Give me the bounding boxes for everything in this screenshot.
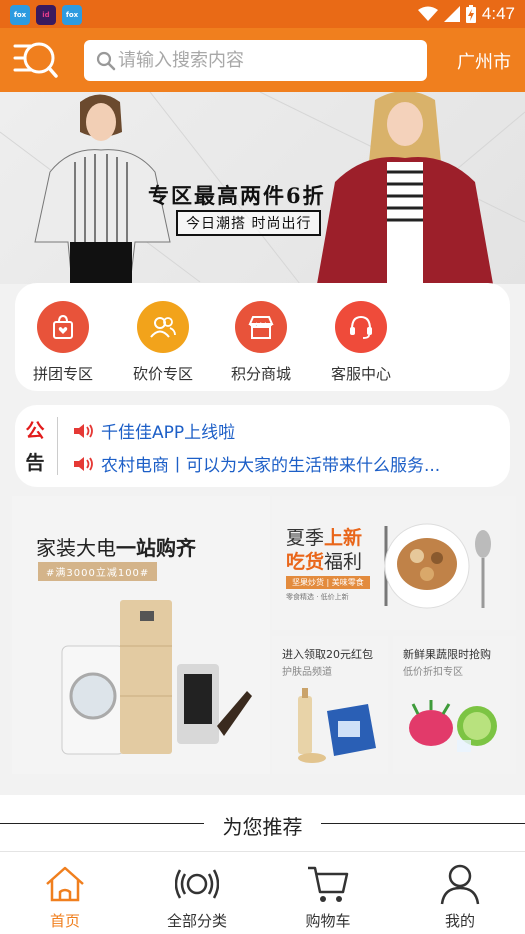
promo-red-packet[interactable]: 进入领取20元红包 护肤品频道 [272,636,388,774]
search-icon [96,51,116,70]
headset-icon [335,301,387,353]
notice-tag: 公 告 [23,415,47,479]
speaker-icon [74,456,93,471]
quick-action-label: 拼团专区 [32,365,93,383]
id-app-icon: id [36,5,56,25]
quick-action-label: 客服中心 [330,365,391,383]
users-icon [137,301,189,353]
clock: 4:47 [481,4,515,23]
speaker-icon [74,423,93,438]
tab-label: 购物车 [305,912,351,930]
model-right-image [317,92,493,284]
wifi-icon [417,6,438,21]
banner-subline: 今日潮搭 时尚出行 [176,210,322,236]
cart-icon [308,866,349,902]
bottom-tab-bar: 首页 全部分类 购物车 我的 [0,851,525,934]
quick-action-points-mall[interactable]: 积分商城 [216,301,306,384]
shopping-bag-icon [37,301,89,353]
tab-home[interactable]: 首页 [10,862,120,931]
tab-categories[interactable]: 全部分类 [142,862,252,931]
city-selector[interactable]: 广州市 [457,48,511,74]
tab-profile[interactable]: 我的 [405,862,515,931]
banner-headline: 专区最高两件6折 [148,183,326,208]
battery-icon [465,5,476,23]
signal-icon [443,6,460,22]
tab-label: 我的 [444,912,475,930]
header: 广州市 [0,28,525,92]
notice-item[interactable]: 千佳佳APP上线啦 [73,418,493,443]
tab-label: 全部分类 [166,912,227,930]
quick-actions: 拼团专区 砍价专区 积分商城 客服中心 [15,283,510,391]
fruit-image [409,700,497,752]
store-icon [235,301,287,353]
promo-snacks[interactable]: 夏季上新 吃货福利 坚果炒货 | 美味零食 零食精选 · 低价上新 [272,496,516,630]
appliance-image [61,600,252,755]
fox-app-icon: fox [62,5,82,25]
notice-divider [57,417,58,475]
user-icon [440,864,480,905]
status-bar: fox id fox 4:47 [0,0,525,28]
search-input[interactable] [118,50,418,71]
nuts-plate-image [384,523,491,609]
promo-grid: 家装大电一站购齐 #满3000立减100# 夏季上新 吃货福利 坚果炒货 | 美… [6,492,520,776]
banner[interactable]: 专区最高两件6折 今日潮搭 时尚出行 [0,92,525,284]
cosmetics-image [298,688,376,763]
quick-action-group-buy[interactable]: 拼团专区 [18,301,108,384]
fox-app-icon: fox [10,5,30,25]
quick-action-bargain[interactable]: 砍价专区 [118,301,208,384]
category-icon [175,869,219,899]
quick-action-label: 砍价专区 [132,365,193,383]
recommend-section: 为您推荐 [0,795,525,851]
tab-label: 首页 [49,912,80,930]
promo-fresh-fruit[interactable]: 新鲜果蔬限时抢购 低价折扣专区 [393,636,516,774]
menu-search-icon[interactable] [13,38,59,82]
search-box[interactable] [84,40,427,81]
notice-board: 公 告 千佳佳APP上线啦 农村电商丨可以为大家的生活带来什么服务... [15,405,510,487]
notice-tag-top: 公 [25,420,45,442]
notice-item[interactable]: 农村电商丨可以为大家的生活带来什么服务... [73,451,493,476]
system-icons: 4:47 [417,4,515,24]
promo-appliance[interactable]: 家装大电一站购齐 #满3000立减100# [12,496,270,774]
notice-text: 千佳佳APP上线啦 [101,423,236,443]
recommend-title: 为您推荐 [222,815,303,839]
recommend-rule-right [321,823,525,824]
home-icon [46,866,84,902]
tab-cart[interactable]: 购物车 [273,862,383,931]
quick-action-customer-service[interactable]: 客服中心 [316,301,406,384]
quick-action-label: 积分商城 [230,365,291,383]
notice-tag-bottom: 告 [25,452,45,474]
notice-text: 农村电商丨可以为大家的生活带来什么服务... [101,456,441,476]
